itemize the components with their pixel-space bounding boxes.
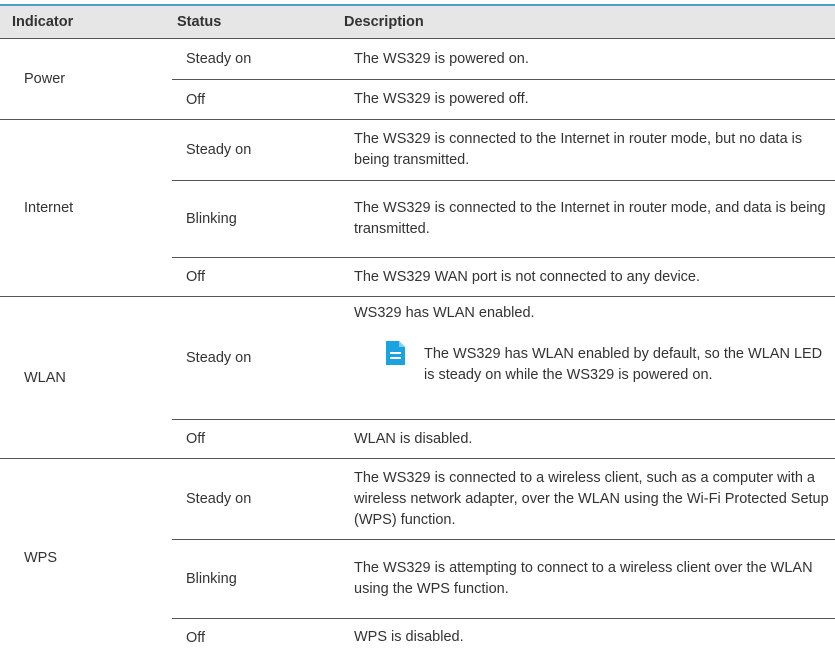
status-cell: Steady on bbox=[186, 491, 252, 507]
description-cell: The WS329 is attempting to connect to a … bbox=[354, 560, 813, 597]
led-indicator-table: Indicator Status Description Power Stead… bbox=[0, 0, 835, 656]
document-note-icon bbox=[380, 338, 410, 368]
status-cell: Off bbox=[186, 91, 206, 108]
note-text: The WS329 has WLAN enabled by default, s… bbox=[424, 346, 823, 383]
status-cell: Off bbox=[186, 630, 206, 646]
description-cell: The WS329 is powered on. bbox=[354, 50, 529, 67]
table-header: Indicator Status Description bbox=[0, 6, 835, 38]
description-cell: WPS is disabled. bbox=[354, 628, 464, 645]
indicator-wlan: WLAN bbox=[24, 369, 66, 386]
status-cell: Blinking bbox=[186, 211, 237, 227]
header-status: Status bbox=[177, 14, 222, 30]
header-indicator: Indicator bbox=[12, 14, 74, 30]
indicator-power: Power bbox=[24, 71, 66, 87]
description-cell: The WS329 is connected to the Internet i… bbox=[354, 131, 803, 168]
status-cell: Steady on bbox=[186, 142, 252, 158]
description-cell: WLAN is disabled. bbox=[354, 430, 473, 447]
indicator-internet: Internet bbox=[24, 200, 74, 216]
status-cell: Steady on bbox=[186, 51, 252, 67]
description-cell: The WS329 WAN port is not connected to a… bbox=[354, 268, 701, 285]
description-cell: The WS329 is connected to a wireless cli… bbox=[354, 469, 829, 528]
status-cell: Steady on bbox=[186, 350, 252, 366]
description-cell: WS329 has WLAN enabled. bbox=[354, 304, 535, 321]
header-description: Description bbox=[344, 14, 424, 30]
description-cell: The WS329 is powered off. bbox=[354, 91, 529, 107]
description-cell: The WS329 is connected to the Internet i… bbox=[354, 200, 826, 237]
indicator-wps: WPS bbox=[24, 549, 58, 566]
status-cell: Off bbox=[186, 269, 206, 285]
status-cell: Blinking bbox=[186, 571, 237, 587]
status-cell: Off bbox=[186, 431, 206, 447]
